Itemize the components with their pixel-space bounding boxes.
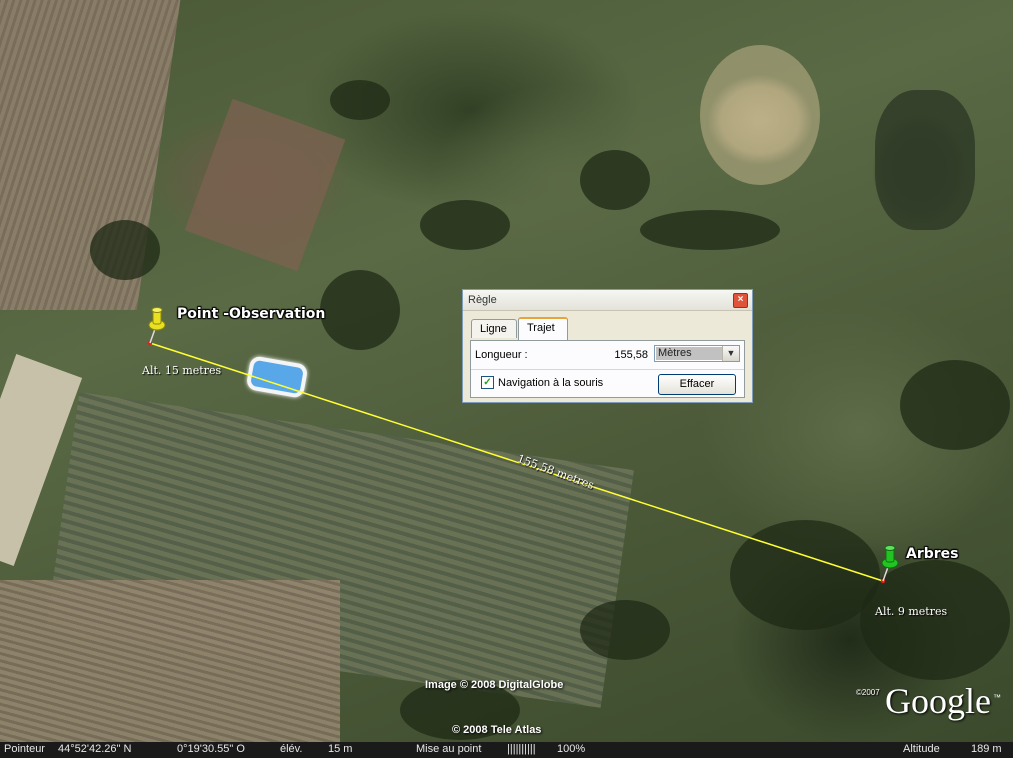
chevron-down-icon[interactable]: ▼ <box>722 346 739 361</box>
mouse-nav-checkbox[interactable]: ✓ <box>481 376 494 389</box>
trademark-mark: ™ <box>993 693 1001 702</box>
ruler-dialog[interactable]: Règle × Ligne Trajet Longueur : 155,58 M… <box>462 289 753 403</box>
altitude-label: Altitude <box>903 743 940 755</box>
pointer-longitude: 0°19'30.55" O <box>177 743 245 755</box>
length-row: Longueur : 155,58 Mètres ▼ <box>471 341 744 370</box>
ruler-titlebar[interactable]: Règle × <box>463 290 752 311</box>
clear-button[interactable]: Effacer <box>658 374 736 395</box>
elevation-value: 15 m <box>328 743 353 755</box>
pointer-label: Pointeur <box>4 743 45 755</box>
green-pushpin-icon[interactable] <box>881 545 899 582</box>
unit-select[interactable]: Mètres ▼ <box>654 345 740 362</box>
data-credit: © 2008 Tele Atlas <box>452 724 542 736</box>
pointer-latitude: 44°52'42.26" N <box>58 743 132 755</box>
elevation-label: élév. <box>280 743 303 755</box>
altitude-label-trees: Alt. 9 metres <box>875 605 948 618</box>
length-value: 155,58 <box>614 349 648 361</box>
ruler-panel: Longueur : 155,58 Mètres ▼ ✓ Navigation à… <box>470 340 745 398</box>
mouse-nav-label[interactable]: Navigation à la souris <box>498 377 603 389</box>
tab-ligne[interactable]: Ligne <box>471 319 517 338</box>
focus-label: Mise au point <box>416 743 482 755</box>
altitude-label-observation: Alt. 15 metres <box>142 364 222 377</box>
imagery-credit: Image © 2008 DigitalGlobe <box>425 679 564 691</box>
status-bar: Pointeur 44°52'42.26" N 0°19'30.55" O él… <box>0 742 1013 758</box>
unit-select-value: Mètres <box>656 347 722 360</box>
close-icon[interactable]: × <box>733 293 748 308</box>
placemark-label-observation[interactable]: Point -Observation <box>177 306 325 322</box>
length-label: Longueur : <box>475 349 528 361</box>
yellow-pushpin-icon[interactable] <box>148 307 166 344</box>
google-copyright-year: ©2007 <box>856 688 880 697</box>
ruler-title: Règle <box>468 294 497 306</box>
focus-progress-bars: |||||||||| <box>507 743 536 755</box>
mouse-nav-row: ✓ Navigation à la souris <box>481 376 603 389</box>
google-logo: Google <box>885 681 991 721</box>
focus-percent: 100% <box>557 743 586 755</box>
altitude-value: 189 m <box>971 743 1002 755</box>
placemark-label-trees[interactable]: Arbres <box>906 546 959 562</box>
tab-trajet[interactable]: Trajet <box>518 317 568 340</box>
